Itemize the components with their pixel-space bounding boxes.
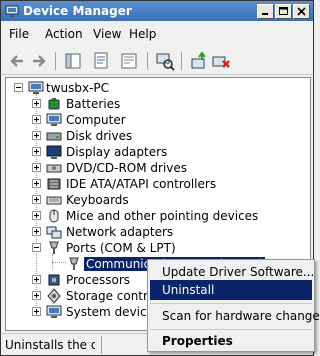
tree-item-label: Network adapters [66,225,174,239]
port-icon [46,240,62,256]
show-hide-tree-icon[interactable] [63,51,83,71]
context-menu: Update Driver Software... Uninstall Scan… [147,259,320,352]
tree-item-label: Keyboards [66,193,129,207]
tree-item-disk-drives[interactable]: Disk drives [6,128,306,144]
menu-action[interactable]: Action [45,27,83,41]
expand-toggle[interactable] [32,227,41,236]
tree-item-dvd-drives[interactable]: DVD/CD-ROM drives [6,160,306,176]
device-manager-icon [5,4,19,18]
tree-item-label: IDE ATA/ATAPI controllers [66,177,217,191]
tree-item-ports[interactable]: Ports (COM & LPT) [6,240,306,256]
forward-icon[interactable] [29,51,49,71]
context-menu-separator [150,303,312,304]
battery-icon [46,96,62,112]
properties-icon[interactable] [91,51,111,71]
root-label: twusbx-PC [46,81,110,95]
window-title: Device Manager [23,4,132,18]
maximize-button[interactable] [275,4,292,19]
status-separator [101,336,102,354]
expand-toggle[interactable] [32,179,41,188]
tree-item-batteries[interactable]: Batteries [6,96,306,112]
close-button[interactable] [293,4,310,19]
tree-item-ide-controllers[interactable]: IDE ATA/ATAPI controllers [6,176,306,192]
dvd-drive-icon [46,160,62,176]
menu-bar: File Action View Help [1,23,313,45]
status-text: Uninstalls the driver [5,338,95,352]
disk-drive-icon [46,128,62,144]
menu-properties[interactable]: Properties [150,331,312,351]
device-manager-window: Device Manager File Action View Help twu… [0,0,320,356]
menu-view[interactable]: View [93,27,121,41]
context-menu-separator [150,329,312,330]
uninstall-icon[interactable] [211,51,231,71]
toolbar-separator [147,52,148,70]
toolbar-separator [181,52,182,70]
tree-item-label: Display adapters [66,145,168,159]
tree-item-computer[interactable]: Computer [6,112,306,128]
expand-toggle[interactable] [32,195,41,204]
menu-uninstall[interactable]: Uninstall [150,280,312,300]
tree-item-display-adapters[interactable]: Display adapters [6,144,306,160]
collapse-toggle[interactable] [32,243,41,252]
expand-toggle[interactable] [32,307,41,316]
menu-help[interactable]: Help [129,27,156,41]
expand-toggle[interactable] [32,115,41,124]
expand-toggle[interactable] [32,99,41,108]
menu-scan-hardware[interactable]: Scan for hardware changes [150,306,320,326]
tree-item-label: Computer [66,113,126,127]
tree-item-label: Mice and other pointing devices [66,209,259,223]
expand-toggle[interactable] [32,291,41,300]
help-icon[interactable] [119,51,139,71]
storage-controller-icon [46,288,62,304]
expand-toggle[interactable] [32,275,41,284]
tree-item-network-adapters[interactable]: Network adapters [6,224,306,240]
expand-toggle[interactable] [32,131,41,140]
computer-icon [46,112,62,128]
tree-item-mice[interactable]: Mice and other pointing devices [6,208,306,224]
tree-item-label: Ports (COM & LPT) [66,241,176,255]
menu-file[interactable]: File [9,27,29,41]
title-bar[interactable]: Device Manager [1,1,313,21]
computer-icon [28,80,44,96]
system-device-icon [46,304,62,320]
toolbar-separator [55,52,56,70]
toolbar [1,47,313,75]
update-driver-icon[interactable] [189,51,209,71]
collapse-toggle[interactable] [14,83,23,92]
expand-toggle[interactable] [32,211,41,220]
scan-hardware-icon[interactable] [155,51,175,71]
expand-toggle[interactable] [32,163,41,172]
port-icon [66,256,82,272]
network-adapter-icon [46,224,62,240]
tree-root[interactable]: twusbx-PC [6,80,306,96]
mouse-icon [46,208,62,224]
tree-item-label: Batteries [66,97,121,111]
tree-item-label: DVD/CD-ROM drives [66,161,188,175]
tree-item-label: Disk drives [66,129,133,143]
expand-toggle[interactable] [32,147,41,156]
tree-item-keyboards[interactable]: Keyboards [6,192,306,208]
minimize-button[interactable] [257,4,274,19]
keyboard-icon [46,192,62,208]
display-adapter-icon [46,144,62,160]
tree-item-label: Processors [66,273,131,287]
menu-update-driver[interactable]: Update Driver Software... [150,262,314,282]
back-icon[interactable] [7,51,27,71]
processor-icon [46,272,62,288]
ide-controller-icon [46,176,62,192]
